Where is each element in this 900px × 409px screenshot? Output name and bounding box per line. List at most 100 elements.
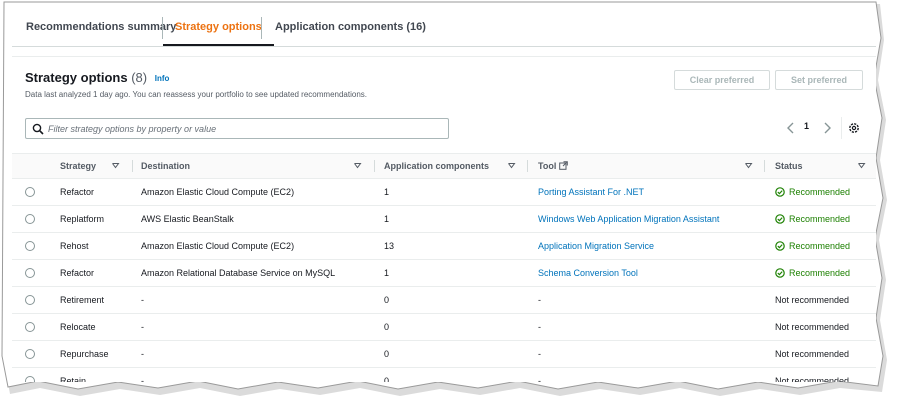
caret-down-icon[interactable] (857, 161, 866, 170)
row-select-radio[interactable] (25, 322, 35, 332)
cell-status: Not recommended (775, 322, 850, 332)
pager-divider (841, 117, 842, 139)
status-label: Recommended (789, 241, 851, 251)
tab-divider (261, 17, 262, 39)
table-row[interactable]: Relocate - 0 - Not recommended (12, 314, 876, 341)
column-divider (527, 160, 528, 172)
cell-application-components: 0 (384, 295, 390, 305)
strategy-page: Recommendations summary Strategy options… (12, 10, 876, 382)
cell-application-components: 0 (384, 349, 390, 359)
cell-destination: AWS Elastic BeanStalk (141, 214, 234, 224)
column-header-tool[interactable]: Tool (538, 154, 569, 178)
table-row[interactable]: Refactor Amazon Elastic Cloud Compute (E… (12, 179, 876, 206)
cell-status: Recommended (775, 206, 850, 232)
cell-application-components: 0 (384, 376, 390, 382)
table-row[interactable]: Refactor Amazon Relational Database Serv… (12, 260, 876, 287)
cell-destination: Amazon Elastic Cloud Compute (EC2) (141, 241, 295, 251)
cell-tool: - (538, 322, 541, 332)
info-link[interactable]: Info (155, 74, 170, 83)
row-select-radio[interactable] (25, 349, 35, 359)
row-select-radio[interactable] (25, 214, 35, 224)
cell-application-components: 1 (384, 187, 390, 197)
external-link-icon (559, 161, 569, 170)
table-row[interactable]: Retain - 0 - Not recommended (12, 368, 876, 382)
check-circle-icon (775, 214, 785, 224)
caret-down-icon[interactable] (744, 161, 753, 170)
caret-down-icon[interactable] (111, 161, 120, 170)
chevron-right-icon[interactable] (820, 121, 834, 135)
cell-strategy: Replatform (60, 214, 105, 224)
search-icon (32, 123, 44, 135)
column-header-application-components[interactable]: Application components (384, 154, 489, 178)
tool-link[interactable]: Schema Conversion Tool (538, 260, 638, 286)
cell-status: Not recommended (775, 376, 850, 382)
column-divider (374, 160, 375, 172)
column-header-strategy[interactable]: Strategy (60, 154, 96, 178)
row-select-radio[interactable] (25, 187, 35, 197)
cell-strategy: Refactor (60, 268, 95, 278)
current-page[interactable]: 1 (804, 121, 809, 131)
check-circle-icon (775, 187, 785, 197)
cell-destination: Amazon Relational Database Service on My… (141, 268, 336, 278)
tool-link[interactable]: Porting Assistant For .NET (538, 179, 644, 205)
cell-tool: - (538, 349, 541, 359)
column-divider (132, 160, 133, 172)
status-label: Recommended (789, 214, 851, 224)
cell-destination: Amazon Elastic Cloud Compute (EC2) (141, 187, 295, 197)
gear-icon[interactable] (847, 121, 861, 135)
table-row[interactable]: Retirement - 0 - Not recommended (12, 287, 876, 314)
row-select-radio[interactable] (25, 268, 35, 278)
cell-strategy: Rehost (60, 241, 89, 251)
column-divider (764, 160, 765, 172)
chevron-left-icon[interactable] (784, 121, 798, 135)
strategy-options-panel: Strategy options (8) Info Data last anal… (12, 56, 876, 382)
cell-status: Not recommended (775, 295, 850, 305)
check-circle-icon (775, 241, 785, 251)
caret-down-icon[interactable] (507, 161, 516, 170)
cell-status: Recommended (775, 260, 850, 286)
cell-destination: - (141, 295, 144, 305)
cell-status: Recommended (775, 179, 850, 205)
cell-tool: - (538, 295, 541, 305)
row-select-radio[interactable] (25, 376, 35, 382)
table-row[interactable]: Rehost Amazon Elastic Cloud Compute (EC2… (12, 233, 876, 260)
tool-link[interactable]: Windows Web Application Migration Assist… (538, 206, 719, 232)
status-label: Recommended (789, 187, 851, 197)
clear-preferred-button[interactable]: Clear preferred (674, 70, 770, 90)
cell-application-components: 0 (384, 322, 390, 332)
table-row[interactable]: Replatform AWS Elastic BeanStalk 1 Windo… (12, 206, 876, 233)
tool-header-label: Tool (538, 161, 557, 171)
page-title: Strategy options (25, 70, 128, 85)
column-header-destination[interactable]: Destination (141, 154, 190, 178)
table-header: Strategy Destination Application compone… (12, 153, 876, 179)
cell-application-components: 13 (384, 241, 395, 251)
table-row[interactable]: Repurchase - 0 - Not recommended (12, 341, 876, 368)
cell-strategy: Refactor (60, 187, 95, 197)
row-select-radio[interactable] (25, 295, 35, 305)
item-count: (8) (131, 70, 148, 85)
cell-strategy: Relocate (60, 322, 96, 332)
tab-bar: Recommendations summary Strategy options… (12, 10, 876, 47)
column-header-status[interactable]: Status (775, 154, 803, 178)
row-select-radio[interactable] (25, 241, 35, 251)
status-label: Recommended (789, 268, 851, 278)
check-circle-icon (775, 268, 785, 278)
cell-strategy: Retirement (60, 295, 105, 305)
tab-strategy-options[interactable]: Strategy options (163, 10, 274, 46)
cell-application-components: 1 (384, 268, 390, 278)
cell-status: Not recommended (775, 349, 850, 359)
cell-application-components: 1 (384, 214, 390, 224)
cell-destination: - (141, 349, 144, 359)
tool-link[interactable]: Application Migration Service (538, 233, 654, 259)
cell-destination: - (141, 376, 144, 382)
table-body: Refactor Amazon Elastic Cloud Compute (E… (12, 179, 876, 382)
caret-down-icon[interactable] (353, 161, 362, 170)
search-input[interactable] (48, 121, 438, 136)
cell-tool: - (538, 376, 541, 382)
set-preferred-button[interactable]: Set preferred (775, 70, 863, 90)
panel-description: Data last analyzed 1 day ago. You can re… (25, 90, 367, 99)
cell-strategy: Retain (60, 376, 87, 382)
cell-destination: - (141, 322, 144, 332)
tab-application-components[interactable]: Application components (16) (263, 10, 438, 46)
strategy-table: Strategy Destination Application compone… (12, 153, 876, 382)
